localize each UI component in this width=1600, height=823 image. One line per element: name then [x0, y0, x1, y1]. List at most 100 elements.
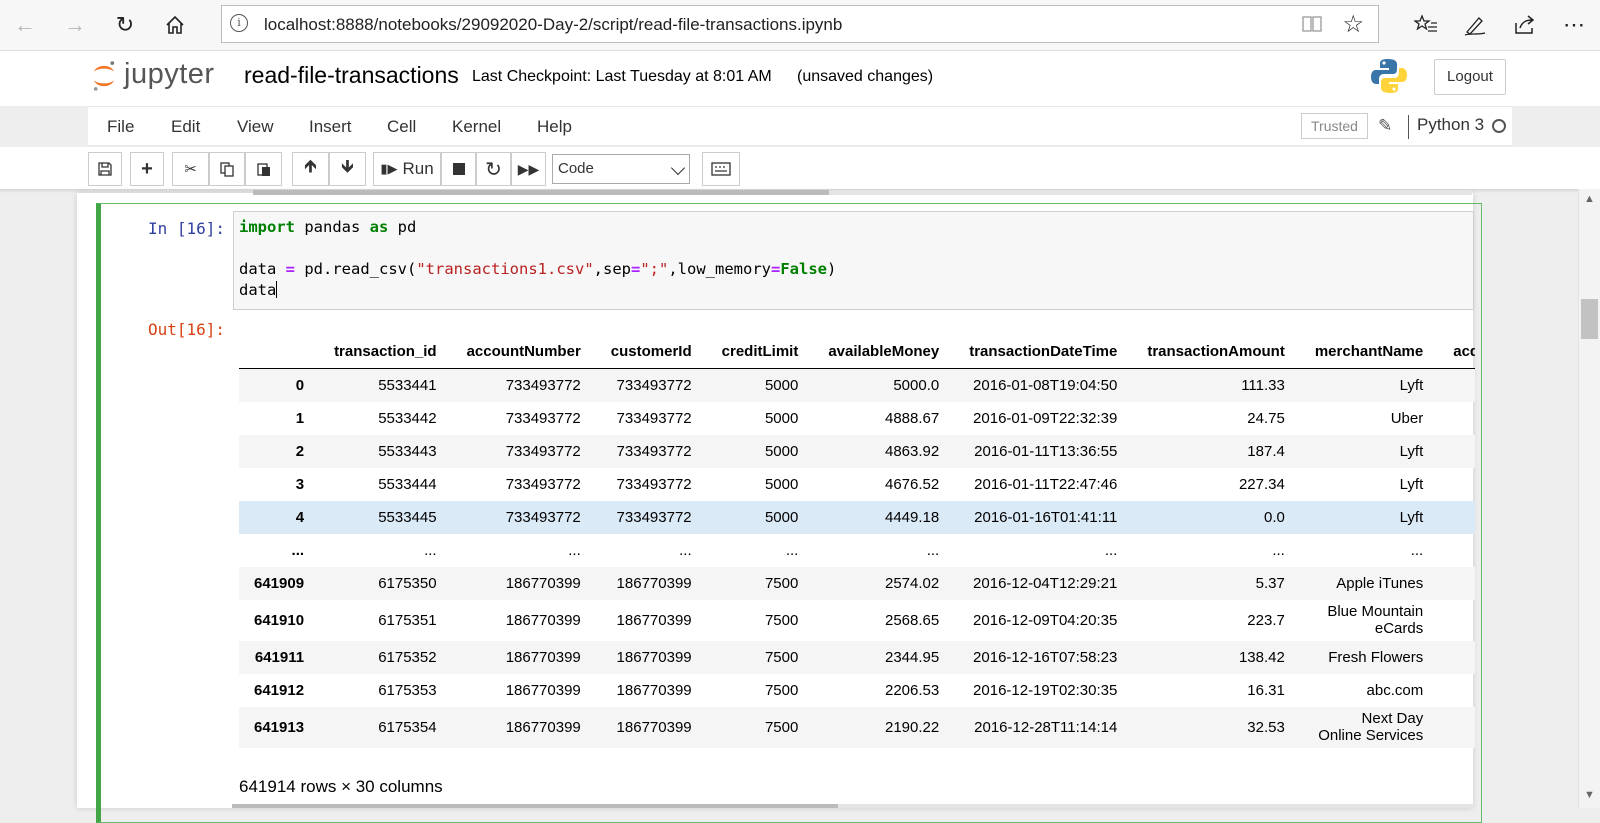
favorites-list-icon[interactable] — [1409, 8, 1443, 42]
address-bar[interactable]: i localhost:8888/notebooks/29092020-Day-… — [221, 5, 1379, 43]
column-header: availableMoney — [813, 335, 955, 369]
jupyter-logo[interactable]: jupyter — [92, 58, 232, 98]
table-row: 641912 6175353 186770399 186770399 7500 2206.… — [239, 674, 1475, 707]
table-cell: 2016-12-19T02:30:35 — [973, 681, 1118, 699]
output-prompt: Out[16]: — [148, 320, 226, 339]
table-cell: 223.7 — [1247, 611, 1285, 629]
menu-kernel[interactable]: Kernel — [452, 117, 501, 137]
table-cell: 5533443 — [378, 442, 437, 460]
table-cell: US — [1438, 402, 1475, 435]
logout-button[interactable]: Logout — [1434, 59, 1506, 95]
back-arrow-icon[interactable]: ← — [8, 8, 42, 42]
chevron-down-icon — [670, 160, 686, 176]
column-header: customerId — [595, 335, 707, 369]
table-cell: ... — [1410, 541, 1424, 559]
table-row: 641909 6175350 186770399 186770399 7500 2574.… — [239, 566, 1475, 600]
row-index: 641909 — [254, 574, 305, 592]
save-button[interactable] — [88, 152, 122, 186]
cell-type-value: Code — [558, 160, 594, 177]
restart-button[interactable]: ↻ — [476, 152, 511, 186]
table-cell: 5000 — [764, 376, 799, 394]
scrollbar-thumb[interactable] — [1581, 299, 1598, 339]
menu-view[interactable]: View — [237, 117, 274, 137]
code-token: import — [239, 218, 295, 236]
paste-button[interactable] — [245, 152, 282, 186]
share-icon[interactable] — [1508, 8, 1542, 42]
keyboard-icon — [711, 162, 731, 176]
scroll-up-icon[interactable]: ▲ — [1584, 193, 1595, 205]
refresh-icon[interactable]: ↻ — [108, 8, 142, 42]
site-info-icon[interactable]: i — [230, 14, 248, 32]
menu-insert[interactable]: Insert — [309, 117, 352, 137]
table-cell: 733493772 — [616, 442, 692, 460]
table-cell: 4676.52 — [884, 475, 940, 493]
checkpoint-status: Last Checkpoint: Last Tuesday at 8:01 AM — [472, 68, 772, 85]
code-token: = — [630, 260, 641, 278]
copy-icon — [220, 162, 234, 177]
scroll-down-icon[interactable]: ▼ — [1584, 789, 1595, 801]
column-header: merchantName — [1299, 335, 1439, 369]
table-cell: 186770399 — [616, 718, 692, 736]
cut-button[interactable]: ✂ — [172, 152, 209, 186]
copy-button[interactable] — [209, 152, 245, 186]
code-token: as — [369, 218, 389, 236]
save-icon — [98, 162, 112, 176]
table-cell: US — [1438, 435, 1475, 468]
menu-help[interactable]: Help — [537, 117, 572, 137]
table-row: 641910 6175351 186770399 186770399 7500 2568.… — [239, 600, 1475, 641]
insert-cell-button[interactable]: + — [130, 152, 164, 186]
trusted-indicator[interactable]: Trusted — [1301, 113, 1368, 139]
table-cell: 2016-01-08T19:04:50 — [973, 376, 1118, 394]
code-token: "transactions1.csv" — [416, 260, 594, 278]
forward-arrow-icon[interactable]: → — [58, 8, 92, 42]
table-cell: ... — [785, 541, 799, 559]
table-cell: Lyft — [1399, 376, 1424, 394]
table-cell: US — [1438, 501, 1475, 534]
restart-run-all-button[interactable]: ▶▶ — [511, 152, 546, 186]
table-cell: 5533442 — [378, 409, 437, 427]
run-button[interactable]: ▮▶ Run — [373, 152, 441, 186]
kernel-separator — [1408, 115, 1409, 139]
table-cell: 733493772 — [505, 508, 581, 526]
code-line-3: data — [239, 281, 278, 299]
favorite-star-icon[interactable]: ☆ — [1342, 10, 1364, 39]
notebook-name[interactable]: read-file-transactions — [244, 62, 459, 89]
code-token: ) — [827, 260, 837, 278]
menu-file[interactable]: File — [107, 117, 134, 137]
table-cell: Apple iTunes — [1336, 574, 1424, 592]
cell-type-select[interactable]: Code — [552, 154, 690, 184]
table-cell: US — [1438, 369, 1475, 402]
url-text: localhost:8888/notebooks/29092020-Day-2/… — [264, 15, 843, 34]
code-token: pd — [388, 218, 417, 236]
pen-icon[interactable] — [1458, 8, 1492, 42]
table-cell: 111.33 — [1241, 376, 1285, 394]
reading-view-icon[interactable] — [1302, 15, 1322, 33]
code-token: = — [770, 260, 781, 278]
move-down-button[interactable]: 🡻 — [329, 152, 366, 186]
code-line-1: import pandas as pd — [239, 218, 416, 236]
command-palette-button[interactable] — [702, 152, 740, 186]
kernel-name[interactable]: Python 3 — [1417, 115, 1484, 135]
code-token: ";" — [640, 260, 669, 278]
python-logo-icon — [1369, 56, 1409, 96]
output-scrollbar-thumb[interactable] — [232, 804, 838, 808]
menu-edit[interactable]: Edit — [171, 117, 200, 137]
code-editor[interactable]: import pandas as pd data = pd.read_csv("… — [233, 211, 1474, 310]
table-cell: ... — [424, 541, 437, 559]
input-prompt: In [16]: — [148, 219, 226, 238]
table-cell: US — [1438, 468, 1475, 501]
table-cell: 4888.67 — [884, 409, 940, 427]
page-vertical-scrollbar[interactable]: ▲ ▼ — [1578, 189, 1600, 808]
menu-cell[interactable]: Cell — [387, 117, 416, 137]
table-header-row: transaction_id accountNumber customerId cre… — [239, 335, 1475, 369]
table-cell: 5000 — [764, 442, 799, 460]
home-icon[interactable] — [158, 8, 192, 42]
more-menu-icon[interactable]: ⋯ — [1557, 8, 1591, 42]
prev-output-scrollbar-thumb[interactable] — [253, 190, 829, 195]
code-token: False — [780, 260, 827, 278]
scissors-icon: ✂ — [184, 161, 197, 178]
table-cell: 186770399 — [616, 681, 692, 699]
move-up-button[interactable]: 🡹 — [292, 152, 329, 186]
interrupt-button[interactable] — [441, 152, 476, 186]
table-cell: 733493772 — [616, 508, 692, 526]
